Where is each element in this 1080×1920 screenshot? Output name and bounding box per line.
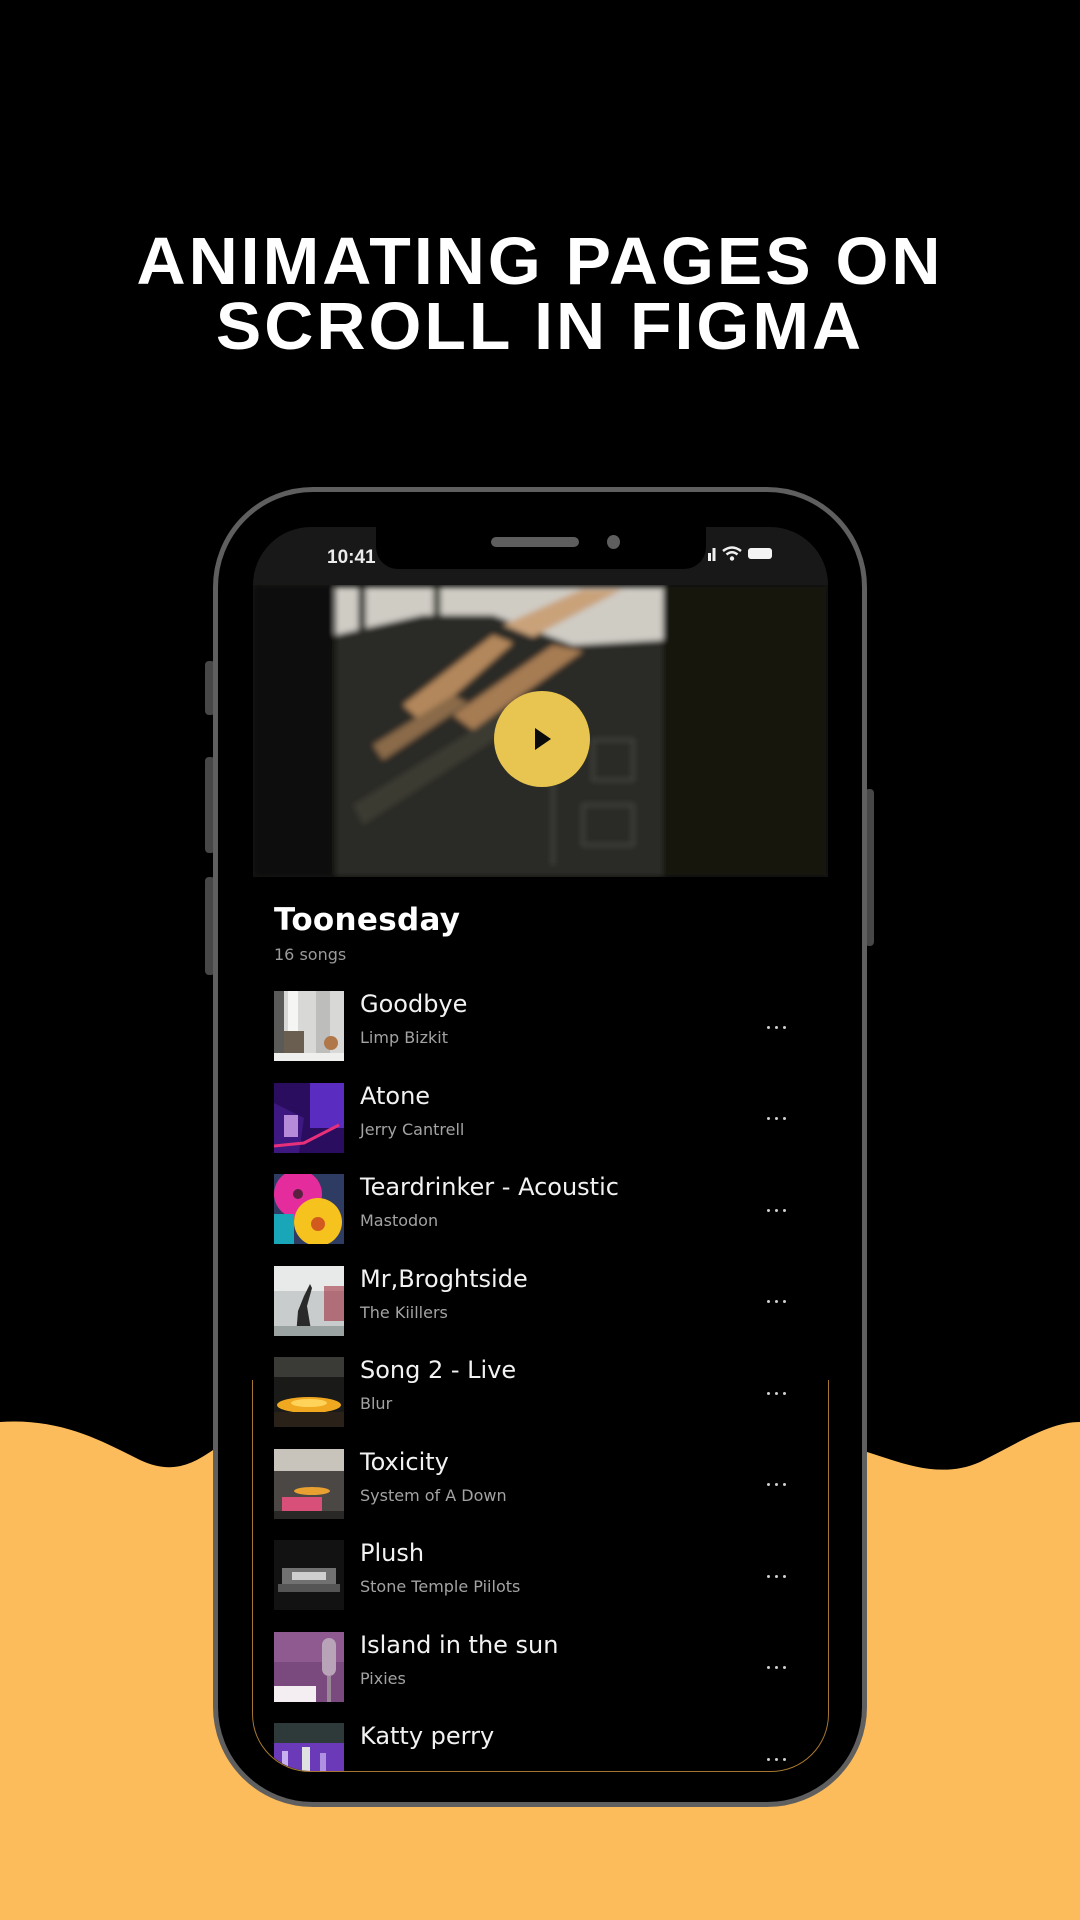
- phone-screen: 10:41 Toonesday 16 songs Goodbye Limp Bi…: [253, 527, 828, 1771]
- song-row[interactable]: Toxicity System of A Down: [274, 1447, 794, 1541]
- song-row[interactable]: Island in the sun Pixies: [274, 1630, 794, 1724]
- playlist-title: Toonesday: [274, 902, 461, 938]
- more-horizontal-icon: [766, 1300, 770, 1303]
- more-options-button[interactable]: [758, 1109, 794, 1129]
- song-title: Teardrinker - Acoustic: [360, 1173, 619, 1201]
- song-row[interactable]: Atone Jerry Cantrell: [274, 1081, 794, 1175]
- battery-icon: [748, 548, 772, 559]
- song-row[interactable]: Mr,Broghtside The Kiillers: [274, 1264, 794, 1358]
- play-button[interactable]: [494, 691, 590, 787]
- song-title: Song 2 - Live: [360, 1356, 517, 1384]
- song-artist: Limp Bizkit: [360, 1028, 448, 1047]
- album-art: [274, 1540, 344, 1610]
- more-options-button[interactable]: [758, 1749, 794, 1769]
- album-art: [274, 991, 344, 1061]
- status-icons: [708, 546, 772, 561]
- song-count: 16 songs: [274, 945, 347, 964]
- album-art: [274, 1082, 344, 1153]
- more-options-button[interactable]: [758, 1292, 794, 1312]
- song-artist: Blur: [360, 1394, 393, 1413]
- song-artist: Jerry Cantrell: [360, 1119, 465, 1139]
- more-horizontal-icon: [766, 1666, 770, 1669]
- notch: [376, 527, 706, 569]
- song-artist: Mastodon: [360, 1211, 439, 1230]
- more-options-button[interactable]: [758, 1200, 794, 1220]
- album-art: [274, 1448, 344, 1519]
- headline-line-2: SCROLL IN FIGMA: [215, 289, 865, 364]
- status-time: 10:41: [327, 547, 376, 568]
- song-row[interactable]: Goodbye Limp Bizkit: [274, 990, 794, 1083]
- more-options-button[interactable]: [758, 1566, 794, 1586]
- more-horizontal-icon: [766, 1025, 770, 1029]
- more-horizontal-icon: [766, 1483, 770, 1486]
- song-title: Atone: [360, 1081, 431, 1110]
- more-horizontal-icon: [766, 1208, 770, 1212]
- album-art: [274, 1265, 344, 1336]
- more-options-button[interactable]: [758, 1658, 794, 1678]
- song-row[interactable]: Song 2 - Live Blur: [274, 1356, 794, 1449]
- more-options-button[interactable]: [758, 1383, 794, 1403]
- song-row[interactable]: Plush Stone Temple Piilots: [274, 1539, 794, 1632]
- more-options-button[interactable]: [758, 1017, 794, 1037]
- front-camera: [607, 535, 620, 549]
- album-art: [274, 1631, 344, 1702]
- song-title: Island in the sun: [360, 1630, 559, 1659]
- more-horizontal-icon: [766, 1117, 770, 1120]
- more-horizontal-icon: [766, 1757, 770, 1761]
- song-row[interactable]: Katty perry: [274, 1722, 794, 1771]
- album-art: [274, 1357, 344, 1427]
- more-options-button[interactable]: [758, 1475, 794, 1495]
- album-art: [274, 1174, 344, 1244]
- song-title: Plush: [360, 1539, 425, 1567]
- headline: ANIMATING PAGES ON SCROLL IN FIGMA: [0, 224, 1080, 364]
- song-title: Goodbye: [360, 990, 468, 1018]
- song-list: Goodbye Limp Bizkit Atone Jerry Cantrell: [274, 990, 794, 1771]
- headline-line-1: ANIMATING PAGES ON: [136, 224, 944, 299]
- song-title: Mr,Broghtside: [360, 1264, 528, 1293]
- more-horizontal-icon: [766, 1574, 770, 1578]
- status-bar: 10:41: [253, 527, 828, 585]
- song-artist: Pixies: [360, 1668, 406, 1688]
- song-artist: System of A Down: [360, 1485, 507, 1505]
- song-title: Toxicity: [360, 1447, 449, 1476]
- song-artist: The Kiillers: [360, 1302, 448, 1322]
- play-icon: [535, 728, 551, 750]
- song-title: Katty perry: [360, 1722, 495, 1750]
- song-row[interactable]: Teardrinker - Acoustic Mastodon: [274, 1173, 794, 1266]
- cellular-signal-icon: [708, 547, 716, 561]
- wifi-icon: [722, 546, 742, 561]
- album-art: [274, 1723, 344, 1771]
- hero-video[interactable]: [253, 585, 828, 877]
- speaker-grille: [491, 537, 579, 547]
- song-artist: Stone Temple Piilots: [360, 1577, 521, 1596]
- more-horizontal-icon: [766, 1391, 770, 1395]
